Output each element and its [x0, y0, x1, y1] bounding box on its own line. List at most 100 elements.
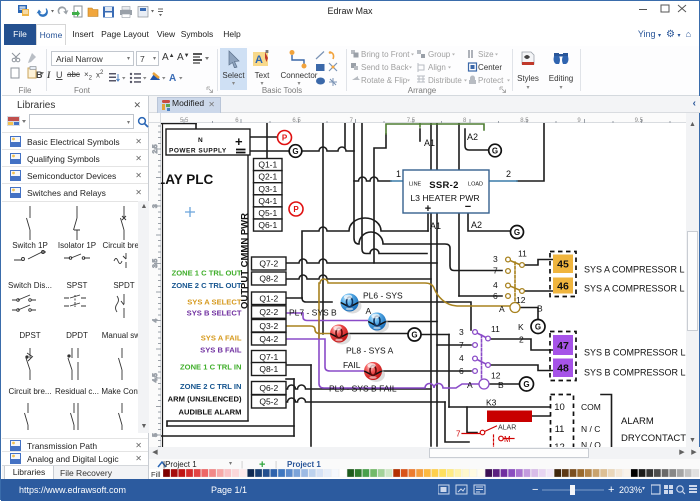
svg-text:G: G [523, 380, 529, 389]
svg-text:−: − [465, 201, 471, 213]
svg-text:5: 5 [152, 433, 159, 437]
svg-text:Align: Align [428, 63, 446, 72]
svg-text:Q8-1: Q8-1 [259, 364, 278, 374]
svg-text:SYS A COMPRESSOR L: SYS A COMPRESSOR L [584, 284, 685, 294]
svg-text:Bring to Front: Bring to Front [361, 50, 410, 59]
svg-text:Q7-1: Q7-1 [259, 352, 278, 362]
svg-text:Q6-1: Q6-1 [258, 220, 277, 230]
svg-text:4: 4 [152, 318, 159, 322]
svg-text:7: 7 [493, 266, 498, 276]
svg-text:11: 11 [491, 324, 500, 334]
svg-text:SSR-2: SSR-2 [429, 180, 458, 191]
svg-text:3: 3 [459, 327, 464, 337]
svg-text:ZONE 2 C TRL OUT: ZONE 2 C TRL OUT [172, 281, 242, 290]
svg-text:ALAR: ALAR [498, 425, 516, 432]
svg-text:48: 48 [557, 363, 569, 375]
svg-text:ALARM: ALARM [621, 416, 654, 427]
svg-text:A: A [467, 380, 473, 390]
svg-text:Q4-2: Q4-2 [259, 334, 278, 344]
svg-text:Isolator 1P: Isolator 1P [58, 241, 96, 250]
svg-text:OUTPUT CMMN PWR: OUTPUT CMMN PWR [240, 213, 251, 309]
svg-text:PL8 - SYS A: PL8 - SYS A [346, 346, 394, 356]
svg-text:Q8-2: Q8-2 [259, 274, 278, 284]
svg-text:PL7 - SYS B: PL7 - SYS B [289, 308, 337, 318]
svg-text:+: + [425, 203, 431, 215]
svg-text:Distribute: Distribute [428, 76, 462, 85]
svg-text:SYS B COMPRESSOR L: SYS B COMPRESSOR L [584, 368, 686, 378]
svg-text:2: 2 [519, 335, 524, 345]
svg-text:DPST: DPST [19, 331, 40, 340]
svg-text:A: A [499, 304, 505, 314]
svg-text:K: K [518, 322, 524, 332]
svg-text:Q5-1: Q5-1 [258, 208, 277, 218]
svg-text:Residual c...: Residual c... [55, 387, 99, 396]
svg-text:ZONE 2 C TRL IN: ZONE 2 C TRL IN [180, 382, 241, 391]
svg-text:LAY PLC: LAY PLC [161, 172, 214, 187]
svg-text:Q2-2: Q2-2 [259, 307, 278, 317]
svg-text:Q6-2: Q6-2 [259, 383, 278, 393]
svg-text:7: 7 [456, 430, 461, 439]
svg-text:DPDT: DPDT [66, 331, 88, 340]
svg-text:K3: K3 [486, 398, 497, 408]
svg-text:PL9 - SYS B FAIL: PL9 - SYS B FAIL [329, 384, 397, 394]
svg-text:Make Cont...: Make Cont... [101, 387, 138, 396]
svg-text:Circuit bre...: Circuit bre... [102, 241, 138, 250]
svg-text:POWER SUPPLY: POWER SUPPLY [169, 148, 227, 155]
svg-text:3.5: 3.5 [152, 259, 159, 268]
svg-text:ARM (UNSILENCED): ARM (UNSILENCED) [168, 395, 242, 404]
svg-text:2: 2 [506, 169, 511, 179]
svg-text:A: A [366, 306, 372, 316]
svg-text:A1: A1 [424, 138, 435, 148]
svg-text:G: G [492, 147, 498, 156]
svg-text:SPST: SPST [67, 281, 88, 290]
svg-text:7: 7 [459, 340, 464, 350]
svg-text:SYS B FAIL: SYS B FAIL [200, 346, 242, 355]
svg-text:SYS A FAIL: SYS A FAIL [201, 334, 242, 343]
svg-text:Q3-2: Q3-2 [259, 321, 278, 331]
svg-text:LINE: LINE [409, 182, 422, 188]
svg-text:3: 3 [493, 254, 498, 264]
svg-text:A2: A2 [467, 132, 478, 142]
svg-text:A1: A1 [430, 221, 441, 231]
svg-text:A: A [255, 54, 263, 66]
svg-text:Q3-1: Q3-1 [258, 184, 277, 194]
svg-text:11: 11 [555, 424, 565, 435]
svg-text:G: G [535, 323, 541, 332]
svg-text:10: 10 [554, 402, 565, 413]
svg-text:G: G [411, 331, 417, 340]
svg-text:SYS A SELECT: SYS A SELECT [187, 298, 242, 307]
svg-text:Switch 1P: Switch 1P [12, 241, 48, 250]
svg-text:47: 47 [557, 340, 569, 352]
svg-text:46: 46 [557, 281, 569, 293]
svg-text:N: N [198, 137, 203, 144]
svg-text:COM: COM [581, 402, 601, 412]
svg-text:SYS B SELECT: SYS B SELECT [187, 309, 242, 318]
svg-text:2.5: 2.5 [152, 144, 159, 153]
svg-text:Q1-2: Q1-2 [259, 293, 278, 303]
svg-text:Q2-1: Q2-1 [258, 172, 277, 182]
svg-text:PL6 - SYS: PL6 - SYS [363, 291, 403, 301]
svg-text:ZONE 1 C TRL OUT: ZONE 1 C TRL OUT [172, 269, 242, 278]
svg-text:Group: Group [428, 50, 451, 59]
svg-text:P: P [282, 134, 288, 143]
svg-text:SPDT: SPDT [113, 281, 134, 290]
svg-text:N / C: N / C [581, 424, 600, 434]
svg-text:FAIL: FAIL [343, 360, 361, 370]
svg-text:DRYCONTACT: DRYCONTACT [621, 433, 686, 444]
svg-text:6: 6 [459, 366, 464, 376]
svg-text:4.5: 4.5 [152, 373, 159, 382]
svg-text:G: G [514, 228, 520, 237]
svg-text:6: 6 [493, 291, 498, 301]
svg-text:4: 4 [493, 280, 498, 290]
svg-text:G: G [292, 147, 298, 156]
svg-text:B: B [498, 380, 504, 390]
svg-text:ZONE 1 C TRL IN: ZONE 1 C TRL IN [180, 363, 241, 372]
svg-text:N / O: N / O [581, 440, 601, 447]
svg-text:Protect: Protect [478, 76, 504, 85]
svg-text:A: A [169, 73, 176, 84]
svg-text:LOAD: LOAD [468, 182, 483, 188]
svg-text:11: 11 [518, 249, 527, 259]
svg-text:45: 45 [557, 259, 569, 271]
svg-text:Switch Dis...: Switch Dis... [8, 281, 52, 290]
svg-text:12: 12 [491, 371, 501, 381]
